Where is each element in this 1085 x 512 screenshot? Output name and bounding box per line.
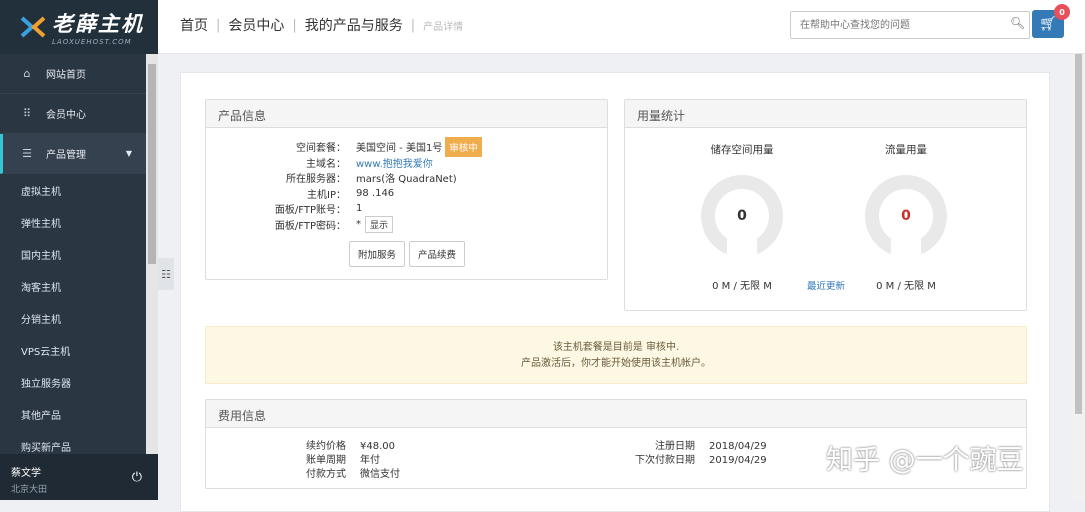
info-row: 面板/FTP密码： * 显示	[206, 215, 607, 233]
gauge-subtext: 0 M / 无限 M	[712, 281, 772, 292]
sidebar-item-member[interactable]: ⠿ 会员中心	[0, 94, 158, 134]
fee-key: 付款方式	[306, 469, 346, 480]
crumb-member[interactable]: 会员中心	[228, 15, 284, 35]
product-info-panel: 产品信息 空间套餐： 美国空间 - 美国1号 审核中 主域名： www.抱抱我爱你 所…	[205, 99, 608, 280]
search-input[interactable]	[790, 11, 1030, 39]
product-actions: 附加服务 产品续费	[349, 241, 466, 267]
sidebar-toggle-icon[interactable]: ☷	[158, 258, 174, 290]
fee-value: 2018/04/29	[709, 441, 767, 452]
info-row: 主域名： www.抱抱我爱你	[206, 155, 607, 171]
sidebar-subitem[interactable]: VPS云主机	[0, 334, 158, 366]
info-key: 面板/FTP密码：	[274, 220, 346, 232]
list-icon: ☰	[22, 147, 32, 160]
sidebar-subitem[interactable]: 国内主机	[0, 238, 158, 270]
info-value: 1	[356, 203, 363, 215]
sidebar-item-products[interactable]: ☰ 产品管理 ▼	[0, 134, 158, 174]
gauge-value: 0	[737, 208, 747, 224]
info-value: *	[356, 218, 361, 230]
panel-title: 产品信息	[206, 100, 607, 128]
sidebar-subitem[interactable]: 弹性主机	[0, 206, 158, 238]
fee-value: 2019/04/29	[709, 455, 767, 466]
sidebar-subitem[interactable]: 分销主机	[0, 302, 158, 334]
sidebar-item-label: 网站首页	[46, 70, 86, 81]
page-scrollbar[interactable]	[1072, 54, 1085, 500]
fee-key: 账单周期	[306, 455, 346, 466]
gauge-label: 储存空间用量	[710, 144, 774, 156]
info-value: 98 .146	[356, 187, 395, 199]
info-key: 所在服务器：	[286, 174, 346, 186]
sidebar-subitem[interactable]: 独立服务器	[0, 366, 158, 398]
storage-usage: 储存空间用量 0 0 M / 无限 M	[682, 142, 802, 292]
fee-key: 下次付款日期	[635, 455, 695, 466]
traffic-gauge: 0	[865, 175, 947, 259]
logo[interactable]: 老薛主机 LAOXUEHOST.COM	[0, 0, 158, 54]
fee-key: 续约价格	[306, 441, 346, 452]
info-row: 所在服务器： mars(洛 QuadraNet)	[206, 170, 607, 186]
scrollbar-thumb[interactable]	[1075, 54, 1082, 414]
panel-title: 用量统计	[625, 100, 1026, 128]
usage-panel: 用量统计 储存空间用量 0 0 M / 无限 M 流量用量 0 0 M / 无限…	[624, 99, 1027, 311]
fee-key: 注册日期	[655, 441, 695, 452]
fee-right: 注册日期 2018/04/29 下次付款日期 2019/04/29	[623, 440, 767, 468]
sidebar-subitem[interactable]: 淘客主机	[0, 270, 158, 302]
scrollbar-thumb[interactable]	[148, 64, 156, 264]
status-badge: 审核中	[445, 136, 482, 157]
sidebar-scrollbar[interactable]	[146, 54, 158, 454]
domain-link[interactable]: www.抱抱我爱你	[356, 159, 433, 170]
gauge-label: 流量用量	[885, 144, 927, 156]
breadcrumb: 首页 | 会员中心 | 我的产品与服务 | 产品详情	[180, 15, 463, 35]
sidebar-subitem[interactable]: 其他产品	[0, 398, 158, 430]
crumb-separator: |	[410, 17, 416, 33]
crumb-products[interactable]: 我的产品与服务	[305, 15, 403, 35]
info-row: 空间套餐： 美国空间 - 美国1号 审核中	[206, 136, 607, 157]
fee-value: ¥48.00	[360, 441, 395, 452]
panel-title: 费用信息	[206, 400, 1026, 428]
info-key: 面板/FTP账号：	[274, 205, 346, 217]
show-password-button[interactable]: 显示	[365, 215, 394, 233]
fee-value: 年付	[360, 455, 380, 466]
power-icon[interactable]: ⏻	[132, 470, 142, 485]
gauge-subtext: 0 M / 无限 M	[876, 281, 936, 292]
product-info-rows: 空间套餐： 美国空间 - 美国1号 审核中 主域名： www.抱抱我爱你 所在服务器：…	[206, 136, 607, 233]
caret-down-icon: ▼	[125, 149, 132, 158]
cart-icon: 🛒︎	[1039, 16, 1057, 32]
fee-value: 微信支付	[360, 469, 400, 480]
top-bar: 首页 | 会员中心 | 我的产品与服务 | 产品详情 🔍︎ 🛒︎ 0	[158, 0, 1085, 54]
crumb-home[interactable]: 首页	[180, 15, 208, 35]
user-box: 蔡文学 北京大田 ⏻	[0, 454, 158, 500]
info-value: mars(洛 QuadraNet)	[356, 174, 457, 186]
grid-icon: ⠿	[22, 107, 32, 120]
cart-badge: 0	[1054, 4, 1070, 20]
sidebar-subitem[interactable]: 虚拟主机	[0, 174, 158, 206]
crumb-separator: |	[292, 17, 297, 33]
info-key: 主域名：	[306, 158, 346, 170]
watermark: 知乎 @一个豌豆	[826, 445, 1024, 476]
storage-gauge: 0	[701, 175, 783, 259]
fee-left: 续约价格 ¥48.00 账单周期 年付 付款方式 微信支付	[306, 440, 400, 482]
sidebar-item-home[interactable]: ⌂ 网站首页	[0, 54, 158, 94]
info-row: 面板/FTP账号： 1	[206, 201, 607, 217]
sidebar-item-label: 会员中心	[46, 110, 86, 121]
recent-update-link[interactable]: 最近更新	[807, 278, 845, 292]
traffic-usage: 流量用量 0 0 M / 无限 M	[846, 142, 966, 292]
crumb-separator: |	[216, 17, 221, 33]
gauge-value: 0	[901, 208, 911, 224]
sidebar-item-label: 产品管理	[46, 150, 86, 161]
info-row: 主机IP： 98 .146	[206, 186, 607, 202]
info-value: 美国空间 - 美国1号	[356, 143, 443, 155]
logo-subtitle: LAOXUEHOST.COM	[52, 38, 132, 46]
info-key: 空间套餐：	[296, 143, 346, 155]
search-icon[interactable]: 🔍︎	[1010, 16, 1025, 30]
notice-line: 该主机套餐是目前是 审核中.	[552, 342, 680, 353]
logo-mark-icon	[20, 16, 46, 38]
crumb-current: 产品详情	[423, 21, 464, 33]
renew-button[interactable]: 产品续费	[409, 241, 466, 267]
logo-name: 老薛主机	[52, 12, 144, 36]
addon-service-button[interactable]: 附加服务	[349, 241, 406, 267]
info-key: 主机IP：	[307, 189, 346, 201]
home-icon: ⌂	[23, 67, 31, 80]
sidebar: 老薛主机 LAOXUEHOST.COM ⌂ 网站首页 ⠿ 会员中心 ☰ 产品管理…	[0, 0, 158, 500]
notice-line: 产品激活后，你才能开始使用该主机帐户。	[521, 358, 711, 369]
status-notice: 该主机套餐是目前是 审核中. 产品激活后，你才能开始使用该主机帐户。	[205, 326, 1027, 384]
